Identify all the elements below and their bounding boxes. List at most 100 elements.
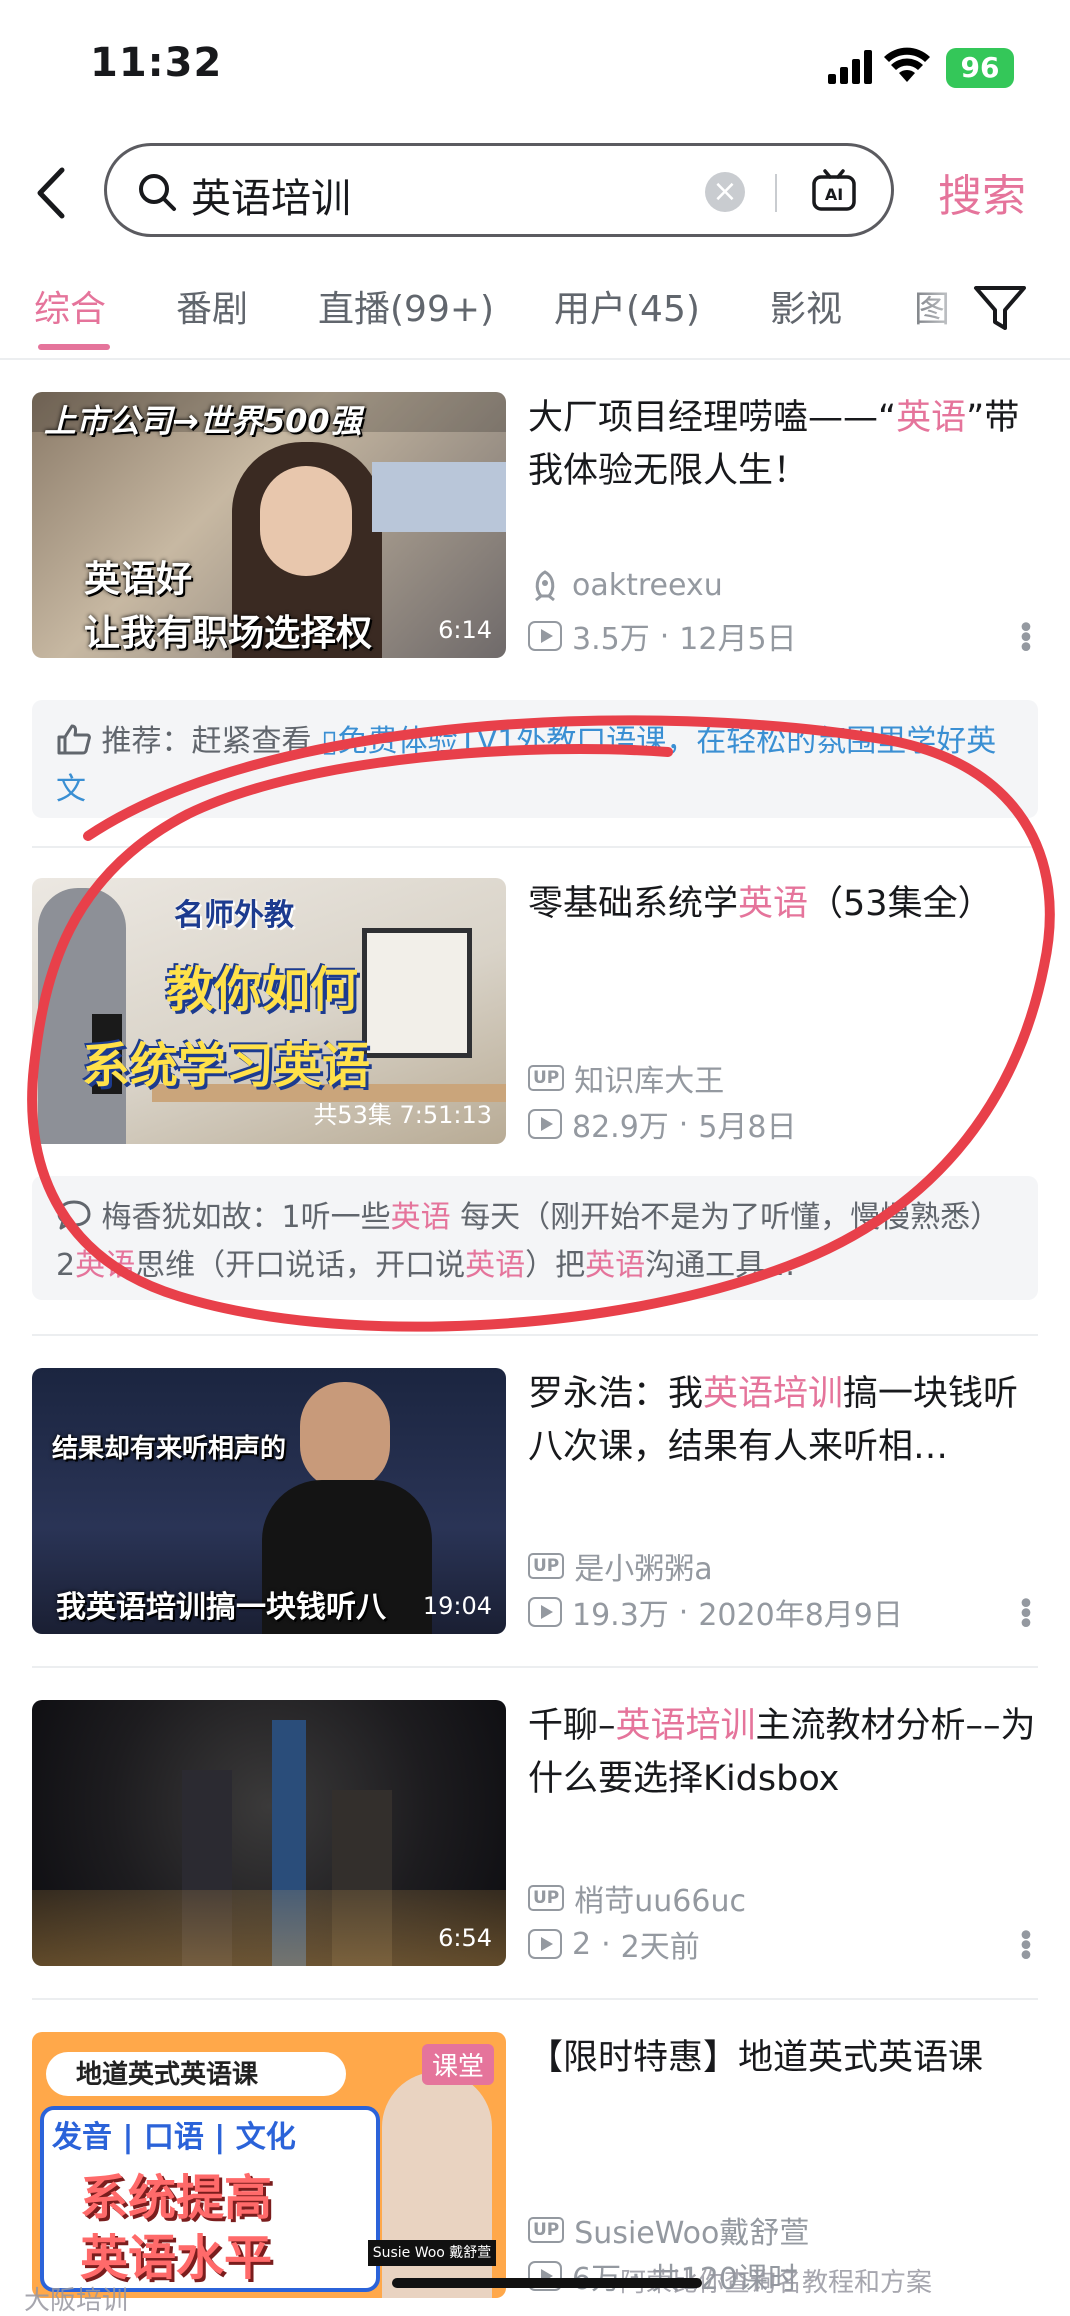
video-thumbnail[interactable]: 名师外教 教你如何 系统学习英语 共53集 7:51:13 bbox=[32, 878, 506, 1144]
divider bbox=[32, 1334, 1038, 1336]
tab-movies[interactable]: 影视 bbox=[770, 280, 842, 332]
more-options-icon[interactable]: • • • bbox=[1016, 1590, 1036, 1640]
author-name: 是小粥粥a bbox=[574, 1552, 713, 1587]
clear-icon[interactable]: × bbox=[705, 172, 745, 212]
title-text: 千聊– bbox=[528, 1706, 616, 1746]
author-name: 梢苛uu66uc bbox=[574, 1884, 746, 1919]
comment-text: 1听一些 bbox=[281, 1200, 391, 1235]
title-highlight: 英语 bbox=[896, 398, 967, 438]
thumb-caption: 地道英式英语课 bbox=[76, 2060, 259, 2090]
thumb-screen bbox=[372, 462, 506, 532]
thumb-caption: 英语水平 bbox=[80, 2230, 273, 2286]
video-title[interactable]: 零基础系统学英语（53集全） bbox=[528, 878, 1038, 984]
thumb-name-tag: Susie Woo 戴舒萱 bbox=[368, 2240, 496, 2266]
title-highlight: 英语 bbox=[738, 884, 809, 924]
view-count: 82.9万 bbox=[572, 1110, 669, 1145]
video-author[interactable]: oaktreexu bbox=[528, 568, 723, 603]
video-title[interactable]: 大厂项目经理唠嗑——“英语”带我体验无限人生！ bbox=[528, 392, 1038, 498]
thumbs-up-icon bbox=[56, 722, 92, 755]
filter-icon[interactable] bbox=[970, 280, 1030, 336]
video-thumbnail[interactable]: 结果却有来听相声的 我英语培训搞一块钱听八 19:04 bbox=[32, 1368, 506, 1634]
home-indicator bbox=[392, 2278, 702, 2288]
search-query-text[interactable]: 英语培训 bbox=[191, 166, 351, 224]
comment-highlight: 英语 bbox=[585, 1248, 646, 1283]
title-text: 大厂项目经理唠嗑——“ bbox=[528, 398, 897, 438]
tab-all[interactable]: 综合 bbox=[34, 280, 106, 332]
publish-date: 2天前 bbox=[620, 1930, 700, 1965]
meta-dot: · bbox=[601, 1926, 611, 1962]
thumb-caption: 发音 | 口语 | 文化 bbox=[52, 2120, 296, 2155]
search-header: 英语培训 × AI 搜索 bbox=[0, 140, 1070, 240]
tab-users[interactable]: 用户(45) bbox=[554, 280, 700, 332]
up-badge-icon: UP bbox=[528, 1553, 565, 1579]
comment-text: ）把 bbox=[525, 1248, 586, 1283]
thumb-caption: 让我有职场选择权 bbox=[84, 613, 373, 654]
video-author[interactable]: UP 梢苛uu66uc bbox=[528, 1876, 746, 1920]
back-arrow-icon[interactable] bbox=[32, 166, 72, 220]
more-options-icon[interactable]: • • • bbox=[1016, 1922, 1036, 1972]
author-name: oaktreexu bbox=[572, 568, 723, 603]
view-count: 19.3万 bbox=[572, 1598, 669, 1633]
video-duration: 19:04 bbox=[422, 1592, 492, 1620]
meta-dot: · bbox=[678, 1106, 689, 1142]
title-text: （53集全） bbox=[808, 884, 993, 924]
battery-indicator: 96 bbox=[946, 48, 1014, 88]
comment-user: 梅香犹如故： bbox=[101, 1200, 282, 1235]
video-duration: 共53集 7:51:13 bbox=[313, 1101, 492, 1129]
video-title[interactable]: 【限时特惠】地道英式英语课 bbox=[528, 2032, 1038, 2138]
video-author[interactable]: UP 知识库大王 bbox=[528, 1056, 724, 1100]
rocket-icon bbox=[535, 569, 555, 601]
video-author[interactable]: UP SusieWoo戴舒萱 bbox=[528, 2208, 809, 2252]
wifi-icon bbox=[884, 47, 930, 82]
recommendation-box[interactable]: 推荐：赶紧查看 ▯免费体验1V1外教口语课，在轻松的氛围里学好英文 bbox=[32, 700, 1038, 818]
recommendation-prefix: 推荐：赶紧查看 bbox=[101, 724, 312, 759]
video-meta: 2 · 2天前 bbox=[528, 1922, 700, 1966]
thumb-shelf bbox=[362, 928, 472, 1058]
search-input[interactable]: 英语培训 × AI bbox=[104, 143, 894, 237]
video-author[interactable]: UP 是小粥粥a bbox=[528, 1544, 713, 1588]
play-count-icon bbox=[528, 621, 562, 651]
tab-bangumi[interactable]: 番剧 bbox=[176, 280, 248, 332]
comment-text: 思维（开口说话，开口说 bbox=[135, 1248, 466, 1283]
comment-preview[interactable]: 梅香犹如故：1听一些英语 每天（刚开始不是为了听懂，慢慢熟悉） 2英语思维（开口… bbox=[32, 1176, 1038, 1300]
publish-date: 5月8日 bbox=[698, 1110, 797, 1145]
title-highlight: 英语培训 bbox=[615, 1706, 756, 1746]
thumb-caption: 系统学习英语 bbox=[82, 1038, 371, 1094]
thumb-face bbox=[300, 1382, 390, 1490]
video-thumbnail[interactable]: 上市公司→世界500强 英语好 让我有职场选择权 6:14 bbox=[32, 392, 506, 658]
up-badge-icon: UP bbox=[528, 1885, 565, 1911]
battery-level: 96 bbox=[960, 51, 1000, 84]
tab-active-indicator bbox=[38, 344, 110, 350]
status-bar: 11:32 96 bbox=[0, 0, 1070, 130]
play-count-icon bbox=[528, 1597, 562, 1627]
divider bbox=[32, 1998, 1038, 2000]
more-options-icon[interactable]: • • • bbox=[1016, 614, 1036, 664]
up-badge-icon: UP bbox=[528, 2217, 565, 2243]
play-count-icon bbox=[528, 1109, 562, 1139]
title-text: 【限时特惠】地道英式英语课 bbox=[528, 2038, 984, 2078]
thumb-caption: 我英语培训搞一块钱听八 bbox=[56, 1590, 386, 1625]
divider bbox=[32, 1666, 1038, 1668]
view-count: 2 bbox=[572, 1926, 592, 1962]
search-button[interactable]: 搜索 bbox=[938, 160, 1026, 224]
video-thumbnail[interactable]: 6:54 bbox=[32, 1700, 506, 1966]
comment-highlight: 英语 bbox=[390, 1200, 451, 1235]
thumb-city-lights bbox=[32, 1890, 506, 1966]
search-icon bbox=[139, 174, 176, 211]
publish-date: 2020年8月9日 bbox=[698, 1598, 903, 1633]
video-meta: 82.9万 · 5月8日 bbox=[528, 1102, 797, 1146]
bookmark-icon: ▯ bbox=[321, 724, 338, 759]
video-thumbnail[interactable]: 地道英式英语课 发音 | 口语 | 文化 系统提高 英语水平 Susie Woo… bbox=[32, 2032, 506, 2298]
video-title[interactable]: 千聊–英语培训主流教材分析––为什么要选择Kidsbox bbox=[528, 1700, 1038, 1806]
video-title[interactable]: 罗永浩：我英语培训搞一块钱听八次课，结果有人来听相… bbox=[528, 1368, 1038, 1474]
comment-highlight: 英语 bbox=[75, 1248, 136, 1283]
comment-highlight: 英语 bbox=[465, 1248, 526, 1283]
play-count-icon bbox=[528, 1929, 562, 1959]
title-text: 罗永浩：我 bbox=[528, 1374, 704, 1414]
course-badge: 课堂 bbox=[421, 2044, 494, 2085]
ai-tv-icon[interactable]: AI bbox=[811, 168, 857, 214]
search-divider bbox=[775, 174, 777, 212]
thumb-caption: 名师外教 bbox=[174, 898, 294, 933]
tab-live[interactable]: 直播(99+) bbox=[318, 280, 494, 332]
meta-dot: · bbox=[659, 618, 670, 654]
